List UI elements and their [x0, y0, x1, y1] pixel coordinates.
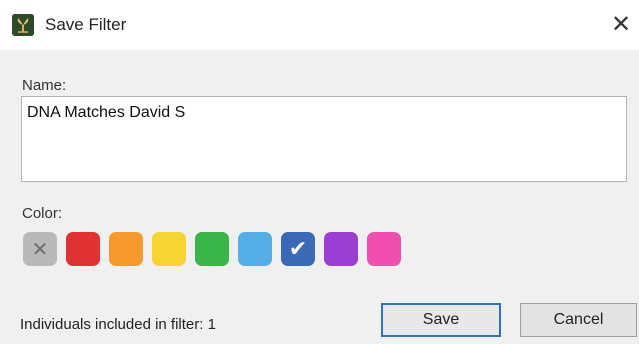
close-icon: ✕	[610, 11, 632, 38]
color-swatch-purple[interactable]	[324, 232, 358, 266]
close-button[interactable]: ✕	[604, 8, 638, 42]
save-button[interactable]: Save	[381, 303, 501, 337]
color-swatch-green[interactable]	[195, 232, 229, 266]
color-swatch-orange[interactable]	[109, 232, 143, 266]
no-color-icon: ✕	[31, 238, 49, 261]
color-swatch-red[interactable]	[66, 232, 100, 266]
color-swatch-light-blue[interactable]	[238, 232, 272, 266]
name-label: Name:	[22, 77, 67, 94]
color-swatch-pink[interactable]	[367, 232, 401, 266]
color-label: Color:	[22, 205, 63, 222]
cancel-button[interactable]: Cancel	[520, 303, 637, 337]
color-swatch-yellow[interactable]	[152, 232, 186, 266]
color-swatch-blue[interactable]: ✔	[281, 232, 315, 266]
dialog-title: Save Filter	[45, 15, 127, 34]
filter-count-status: Individuals included in filter: 1	[20, 316, 216, 333]
tree-app-icon	[12, 14, 34, 36]
title-bar: Save Filter ✕	[0, 0, 639, 50]
save-filter-dialog: Save Filter ✕ Name: DNA Matches David S …	[0, 0, 639, 344]
checkmark-icon: ✔	[288, 236, 308, 261]
color-swatch-none[interactable]: ✕	[23, 232, 57, 266]
name-input[interactable]: DNA Matches David S	[21, 96, 627, 182]
